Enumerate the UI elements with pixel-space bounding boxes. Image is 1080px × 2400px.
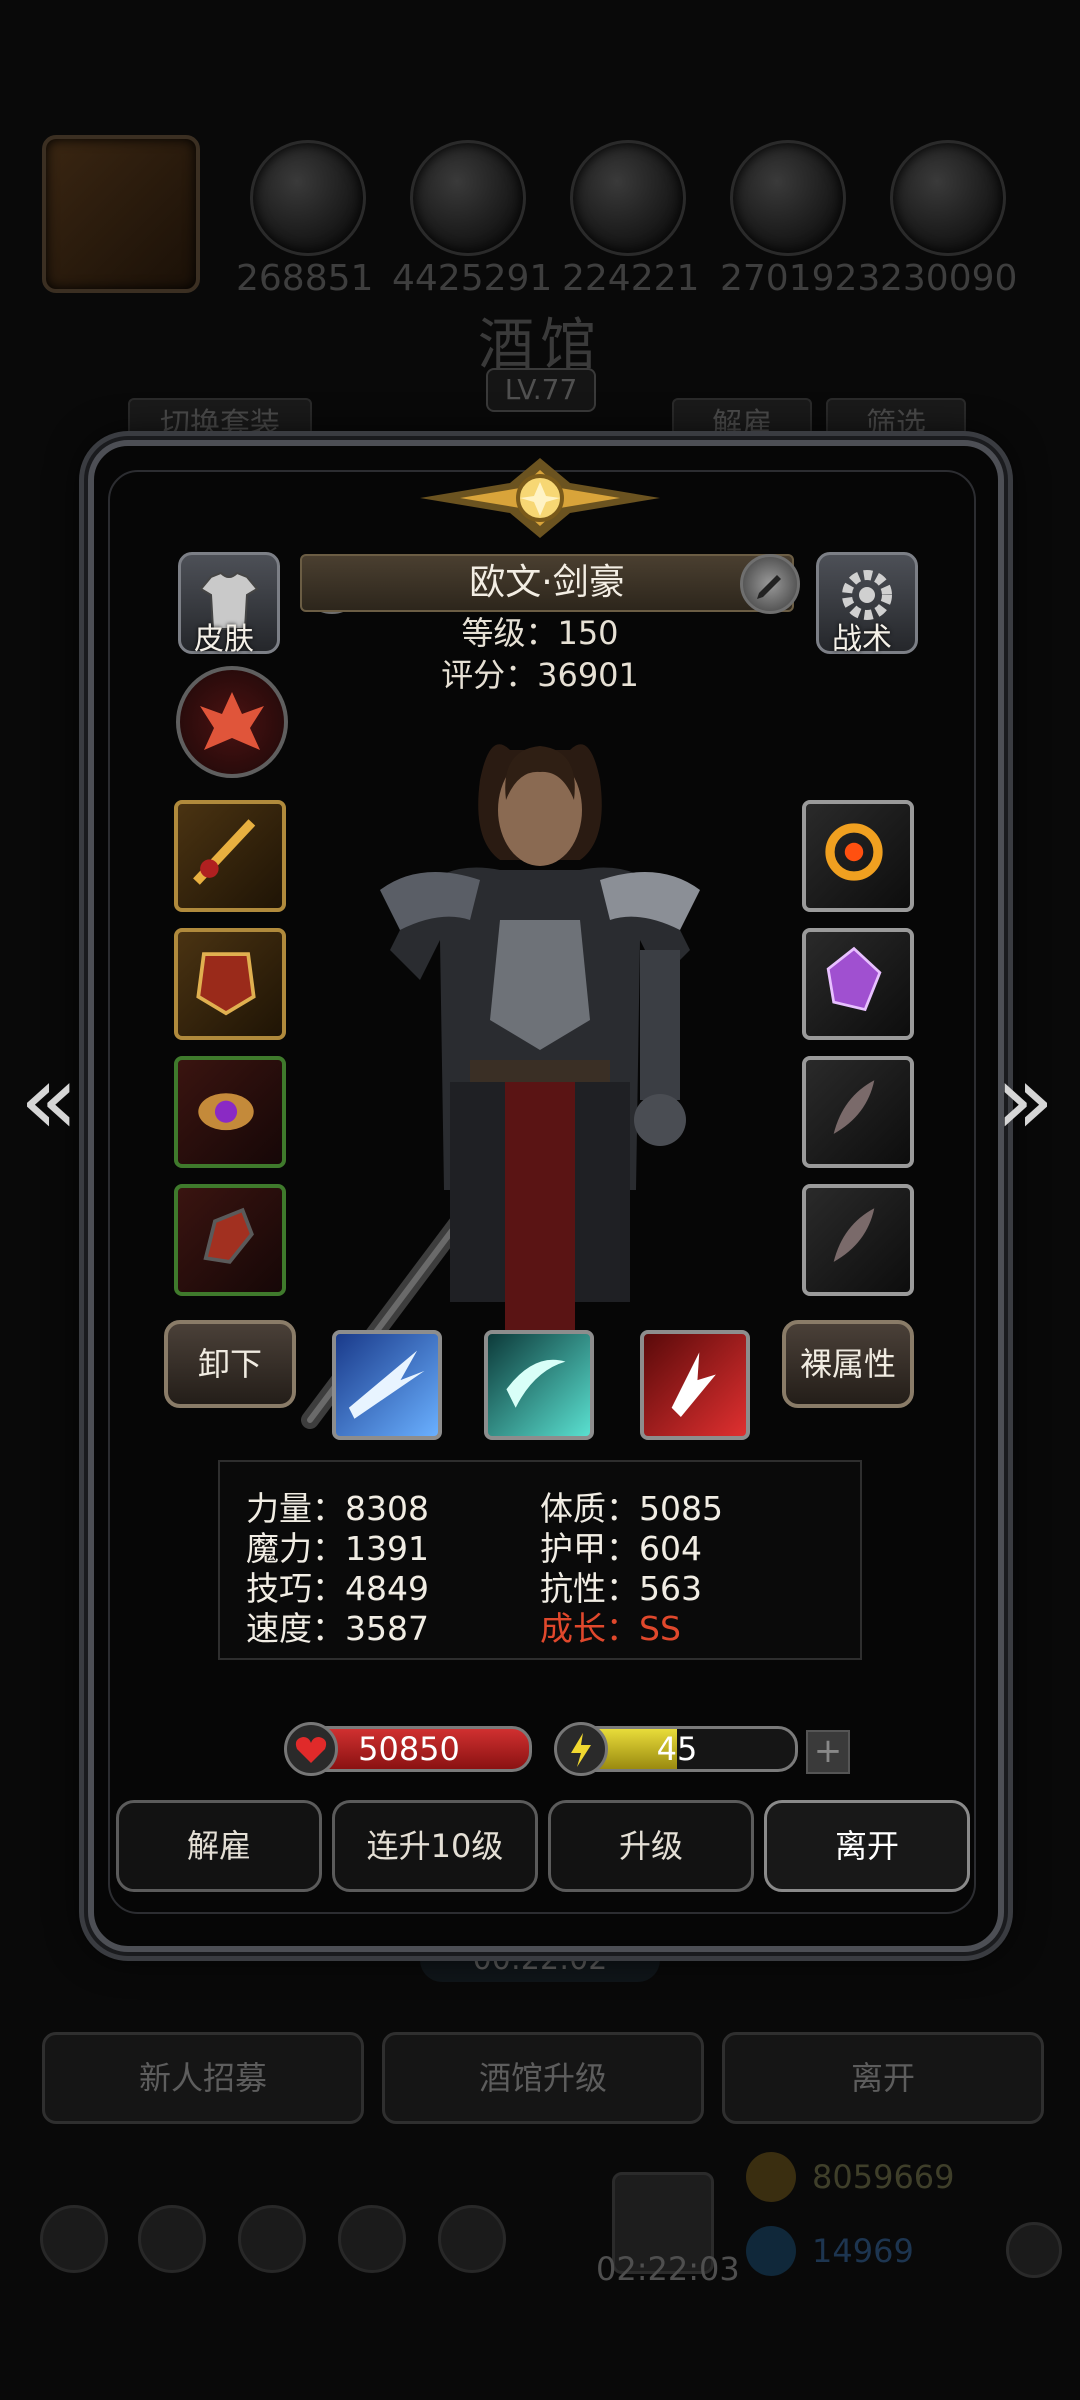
skill-slot-1[interactable] [332, 1330, 442, 1440]
resource-slot-2 [250, 140, 366, 256]
gem-amount: 14969 [812, 2232, 914, 2270]
resource-slot-5 [730, 140, 846, 256]
gold-amount: 8059669 [812, 2158, 955, 2196]
eye-amulet-icon [198, 1093, 254, 1131]
resource-slot-1 [42, 135, 200, 293]
lightning-icon [554, 1722, 608, 1776]
armor-slot[interactable] [174, 928, 286, 1040]
armor-icon [196, 952, 256, 1016]
skill-slot-2[interactable] [484, 1330, 594, 1440]
hero-level: 等级：150 [461, 614, 619, 652]
slash-skill-icon [348, 1350, 425, 1419]
heart-icon [284, 1722, 338, 1776]
leave-tavern-button[interactable]: 离开 [722, 2032, 1044, 2124]
feather-icon [833, 1080, 875, 1134]
dismiss-button[interactable]: 解雇 [116, 1800, 322, 1892]
feather-slot-2[interactable] [802, 1184, 914, 1296]
leave-button[interactable]: 离开 [764, 1800, 970, 1892]
menu-icon[interactable] [338, 2205, 406, 2273]
tactics-label: 战术 [832, 622, 892, 657]
menu-icon[interactable] [438, 2205, 506, 2273]
stat-speed: 速度：3587 [246, 1609, 429, 1648]
weapon-slot[interactable] [174, 800, 286, 912]
edit-name-icon[interactable] [740, 554, 800, 614]
next-hero-arrow[interactable]: » [990, 1050, 1060, 1150]
menu-icon[interactable] [238, 2205, 306, 2273]
new-recruit-button[interactable]: 新人招募 [42, 2032, 364, 2124]
resource-slot-3 [410, 140, 526, 256]
feather-icon [833, 1208, 875, 1262]
feather-slot-1[interactable] [802, 1056, 914, 1168]
tavern-level-badge: LV.77 [486, 368, 596, 412]
unequip-button[interactable]: 卸下 [164, 1320, 296, 1408]
gauntlet-slot[interactable] [174, 1184, 286, 1296]
crystal-icon [826, 946, 882, 1012]
stat-growth: 成长：SS [540, 1609, 681, 1648]
resource-slot-4 [570, 140, 686, 256]
menu-icon[interactable] [40, 2205, 108, 2273]
resource-value: 4425291 [392, 258, 553, 299]
skill-slot-3[interactable] [640, 1330, 750, 1440]
resource-slot-6 [890, 140, 1006, 256]
add-energy-button[interactable]: + [806, 1730, 850, 1774]
hero-score: 评分：36901 [441, 656, 639, 694]
previous-hero-arrow[interactable]: « [14, 1050, 84, 1150]
strike-skill-icon [671, 1352, 716, 1417]
class-emblem-icon [176, 666, 288, 778]
base-attributes-button[interactable]: 裸属性 [782, 1320, 914, 1408]
level-up-10-button[interactable]: 连升10级 [332, 1800, 538, 1892]
gold-coin-icon [746, 2152, 796, 2202]
gauntlet-icon [203, 1207, 254, 1264]
fire-ring-icon [825, 823, 883, 881]
level-up-button[interactable]: 升级 [548, 1800, 754, 1892]
ring-slot[interactable] [802, 800, 914, 912]
resource-value: 230090 [880, 258, 1018, 299]
skin-label: 皮肤 [194, 622, 254, 657]
resource-value: 2701923 [720, 258, 881, 299]
amulet-slot[interactable] [174, 1056, 286, 1168]
crystal-slot[interactable] [802, 928, 914, 1040]
tavern-upgrade-button[interactable]: 酒馆升级 [382, 2032, 704, 2124]
menu-icon[interactable] [138, 2205, 206, 2273]
gift-timer: 02:22:03 [596, 2250, 740, 2288]
whirl-skill-icon [506, 1359, 566, 1408]
gem-icon [746, 2226, 796, 2276]
chat-icon[interactable] [1006, 2222, 1062, 2278]
hero-name: 欧文·剑豪 [300, 554, 794, 612]
crest-ornament [420, 458, 660, 538]
resource-value: 224221 [562, 258, 700, 299]
resource-value: 268851 [236, 258, 374, 299]
sword-icon [193, 819, 256, 885]
